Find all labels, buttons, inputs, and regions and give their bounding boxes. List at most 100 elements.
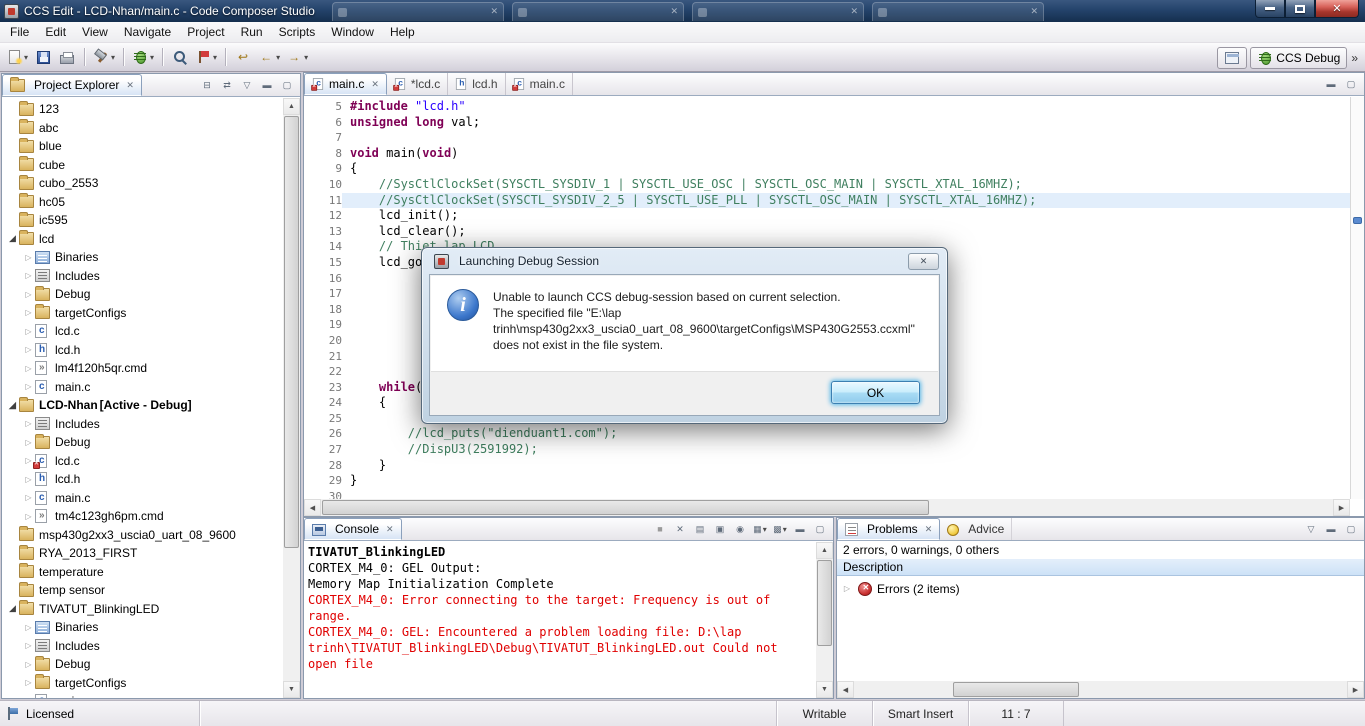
menu-navigate[interactable]: Navigate — [116, 23, 179, 41]
tree-item-lcd-c[interactable]: ▷lcd.c — [2, 322, 283, 341]
collapsed-arrow-icon[interactable]: ▷ — [22, 308, 35, 317]
scroll-right-icon[interactable]: ▶ — [1333, 499, 1350, 516]
editor-tab-main-c[interactable]: main.c — [506, 73, 573, 95]
view-menu-icon[interactable]: ▽ — [239, 77, 255, 93]
tree-item-lcd-h[interactable]: ▷lcd.h — [2, 470, 283, 489]
tree-item-main-c[interactable]: ▷main.c — [2, 378, 283, 397]
last-edit-button[interactable]: ↩ — [232, 46, 254, 68]
code-line-13[interactable]: lcd_clear(); — [342, 224, 1350, 240]
code-line-10[interactable]: //SysCtlClockSet(SYSCTL_SYSDIV_1 | SYSCT… — [342, 177, 1350, 193]
scrollbar-thumb[interactable] — [953, 682, 1079, 697]
collapsed-arrow-icon[interactable]: ▷ — [22, 641, 35, 650]
ok-button[interactable]: OK — [831, 381, 920, 404]
menu-scripts[interactable]: Scripts — [271, 23, 324, 41]
build-button[interactable]: ▾ — [91, 46, 117, 68]
collapsed-arrow-icon[interactable]: ▷ — [22, 678, 35, 687]
tab-advice[interactable]: Advice — [940, 518, 1012, 540]
search-button[interactable] — [169, 46, 191, 68]
code-line-28[interactable]: } — [342, 458, 1350, 474]
scroll-lock-icon[interactable]: ▣ — [712, 521, 728, 537]
dropdown-arrow-icon[interactable]: ▾ — [763, 525, 767, 534]
save-button[interactable] — [32, 46, 54, 68]
editor-tab-lcd-h[interactable]: lcd.h — [448, 73, 505, 95]
scroll-right-icon[interactable]: ▶ — [1347, 681, 1364, 698]
tree-item-debug[interactable]: ▷Debug — [2, 285, 283, 304]
clear-console-icon[interactable]: ▤ — [692, 521, 708, 537]
tree-item-temp-sensor[interactable]: temp sensor — [2, 581, 283, 600]
scroll-left-icon[interactable]: ◀ — [837, 681, 854, 698]
tree-item-abc[interactable]: abc — [2, 119, 283, 138]
tree-item-lcd-h[interactable]: ▷lcd.h — [2, 341, 283, 360]
code-line-5[interactable]: #include "lcd.h" — [342, 99, 1350, 115]
dropdown-arrow-icon[interactable]: ▾ — [111, 53, 115, 62]
collapse-all-icon[interactable]: ⊟ — [199, 77, 215, 93]
menu-window[interactable]: Window — [323, 23, 382, 41]
debug-button[interactable]: ▾ — [130, 46, 156, 68]
close-tab-icon[interactable]: ✕ — [371, 79, 379, 90]
current-line-marker[interactable] — [1353, 217, 1362, 224]
code-line-27[interactable]: //DispU3(2591992); — [342, 442, 1350, 458]
minimize-icon[interactable]: ▬ — [1323, 521, 1339, 537]
scrollbar-thumb[interactable] — [817, 560, 832, 646]
tree-item-tivatut-blinkingled[interactable]: ◢TIVATUT_BlinkingLED — [2, 600, 283, 619]
new-wizard-button[interactable]: ▾ — [5, 46, 30, 68]
tree-item-msp430g2xx3-uscia0-uart-08-9600[interactable]: msp430g2xx3_uscia0_uart_08_9600 — [2, 526, 283, 545]
dropdown-arrow-icon[interactable]: ▾ — [213, 53, 217, 62]
menu-project[interactable]: Project — [179, 23, 232, 41]
collapsed-arrow-icon[interactable]: ▷ — [22, 290, 35, 299]
minimize-icon[interactable]: ▬ — [1323, 76, 1339, 92]
tab-problems[interactable]: Problems✕ — [837, 518, 940, 540]
collapsed-arrow-icon[interactable]: ▷ — [22, 327, 35, 336]
tree-item-targetconfigs[interactable]: ▷targetConfigs — [2, 674, 283, 693]
tree-item-tm4c123gh6pm-cmd[interactable]: ▷tm4c123gh6pm.cmd — [2, 507, 283, 526]
collapsed-arrow-icon[interactable]: ▷ — [22, 493, 35, 502]
editor-horizontal-scrollbar[interactable]: ◀ ▶ — [304, 499, 1350, 516]
tree-item-lcd[interactable]: ◢lcd — [2, 230, 283, 249]
console-output[interactable]: TIVATUT_BlinkingLED CORTEX_M4_0: GEL Out… — [304, 542, 816, 698]
collapsed-arrow-icon[interactable]: ▷ — [22, 253, 35, 262]
ccs-debug-perspective-button[interactable]: CCS Debug — [1250, 47, 1347, 69]
description-column-header[interactable]: Description — [837, 559, 1364, 576]
tree-item-rya-2013-first[interactable]: RYA_2013_FIRST — [2, 544, 283, 563]
tree-item-cube[interactable]: cube — [2, 156, 283, 175]
tree-item-blue[interactable]: blue — [2, 137, 283, 156]
tree-item-hc05[interactable]: hc05 — [2, 193, 283, 212]
code-line-6[interactable]: unsigned long val; — [342, 115, 1350, 131]
maximize-icon[interactable]: ▢ — [1343, 521, 1359, 537]
collapsed-arrow-icon[interactable]: ▷ — [22, 364, 35, 373]
tree-item-binaries[interactable]: ▷Binaries — [2, 248, 283, 267]
dropdown-arrow-icon[interactable]: ▾ — [783, 525, 787, 534]
overview-ruler[interactable] — [1350, 97, 1364, 499]
project-tree-scrollbar[interactable]: ▲ ▼ — [283, 98, 300, 698]
terminate-icon[interactable]: ■ — [652, 521, 668, 537]
code-line-29[interactable]: } — [342, 473, 1350, 489]
dialog-titlebar[interactable]: Launching Debug Session ✕ — [422, 248, 947, 274]
collapsed-arrow-icon[interactable]: ▷ — [22, 438, 35, 447]
tree-item-includes[interactable]: ▷Includes — [2, 637, 283, 656]
view-menu-icon[interactable]: ▽ — [1303, 521, 1319, 537]
tree-item-lcd-nhan[interactable]: ◢LCD-Nhan [Active - Debug] — [2, 396, 283, 415]
scroll-left-icon[interactable]: ◀ — [304, 499, 321, 516]
collapsed-arrow-icon[interactable]: ▷ — [22, 623, 35, 632]
pin-console-icon[interactable]: ◉ — [732, 521, 748, 537]
tree-item-lm4f120h5qr-cmd[interactable]: ▷lm4f120h5qr.cmd — [2, 359, 283, 378]
scrollbar-thumb[interactable] — [284, 116, 299, 548]
problems-row[interactable]: ▷Errors (2 items) — [837, 579, 1364, 598]
code-line-12[interactable]: lcd_init(); — [342, 208, 1350, 224]
editor-tab--lcd-c[interactable]: *lcd.c — [387, 73, 448, 95]
tree-item-temperature[interactable]: temperature — [2, 563, 283, 582]
code-line-11[interactable]: //SysCtlClockSet(SYSCTL_SYSDIV_2_5 | SYS… — [342, 193, 1350, 209]
dropdown-arrow-icon[interactable]: ▾ — [304, 53, 308, 62]
perspective-overflow-chevron[interactable]: » — [1350, 51, 1361, 65]
forward-button[interactable]: →▾ — [284, 46, 310, 68]
close-window-button[interactable]: ✕ — [1315, 0, 1359, 18]
scroll-up-icon[interactable]: ▲ — [283, 98, 300, 115]
tree-item-123[interactable]: 123 — [2, 100, 283, 119]
menu-view[interactable]: View — [74, 23, 116, 41]
project-explorer-tab[interactable]: Project Explorer ✕ — [2, 74, 142, 96]
code-line-8[interactable]: void main(void) — [342, 146, 1350, 162]
dialog-close-button[interactable]: ✕ — [908, 253, 939, 270]
collapsed-arrow-icon[interactable]: ▷ — [22, 271, 35, 280]
console-scrollbar[interactable]: ▲ ▼ — [816, 542, 833, 698]
collapsed-arrow-icon[interactable]: ▷ — [22, 660, 35, 669]
